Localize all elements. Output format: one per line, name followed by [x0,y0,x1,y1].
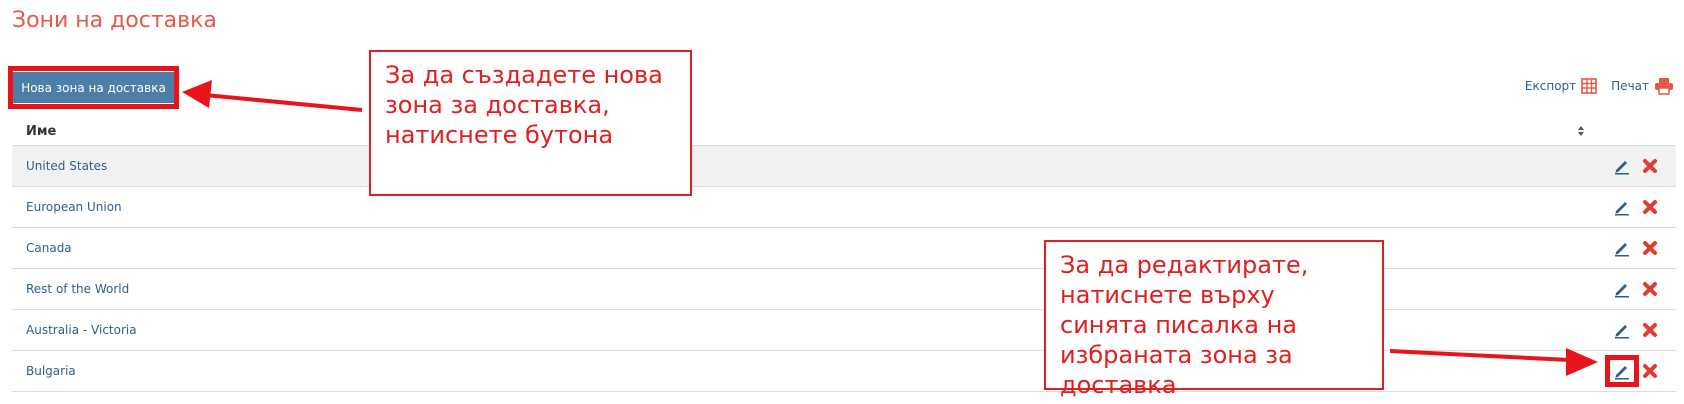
delete-x-icon[interactable] [1640,197,1660,217]
zone-name-link[interactable]: Bulgaria [12,364,76,378]
export-button[interactable]: Експорт [1525,78,1597,94]
pencil-icon[interactable] [1612,156,1632,176]
new-button-highlight [8,66,179,109]
create-instruction-text: За да създадете нова зона за доставка, н… [385,61,663,149]
spreadsheet-icon [1581,78,1597,94]
delete-x-icon[interactable] [1640,361,1660,381]
pencil-icon[interactable] [1612,320,1632,340]
table-row: European Union [12,187,1676,228]
table-row: Rest of the World [12,269,1676,310]
pencil-icon[interactable] [1612,279,1632,299]
arrow-to-new-button [204,93,363,112]
table-row: Canada [12,228,1676,269]
column-header-name[interactable]: Име [12,124,56,139]
delete-x-icon[interactable] [1640,279,1660,299]
create-instruction-callout: За да създадете нова зона за доставка, н… [369,50,692,196]
zone-name-link[interactable]: United States [12,159,107,173]
printer-icon [1655,78,1673,95]
zone-name-link[interactable]: Australia - Victoria [12,323,137,337]
arrowhead-new-button [182,80,212,108]
edit-instruction-callout: За да редактирате, натиснете върху синят… [1044,240,1384,399]
print-button[interactable]: Печат [1611,77,1674,95]
zone-name-link[interactable]: European Union [12,200,122,214]
delete-x-icon[interactable] [1640,156,1660,176]
sort-icon[interactable] [1577,125,1585,137]
table-header: Име [12,118,1676,146]
delivery-zones-table: Име United States European Union Canada … [12,118,1676,392]
pencil-icon[interactable] [1612,238,1632,258]
edit-pencil-highlight [1605,355,1639,387]
delete-x-icon[interactable] [1640,238,1660,258]
delete-x-icon[interactable] [1640,320,1660,340]
edit-instruction-text: За да редактирате, натиснете върху синят… [1060,251,1309,399]
toolbar: Експорт Печат [1525,77,1674,95]
page-title: Зони на доставка [12,8,217,33]
print-label: Печат [1611,79,1649,93]
table-row: United States [12,146,1676,187]
pencil-icon[interactable] [1612,197,1632,217]
export-label: Експорт [1524,79,1577,93]
table-row: Australia - Victoria [12,310,1676,351]
table-row: Bulgaria [12,351,1676,392]
zone-name-link[interactable]: Rest of the World [12,282,129,296]
zone-name-link[interactable]: Canada [12,241,72,255]
